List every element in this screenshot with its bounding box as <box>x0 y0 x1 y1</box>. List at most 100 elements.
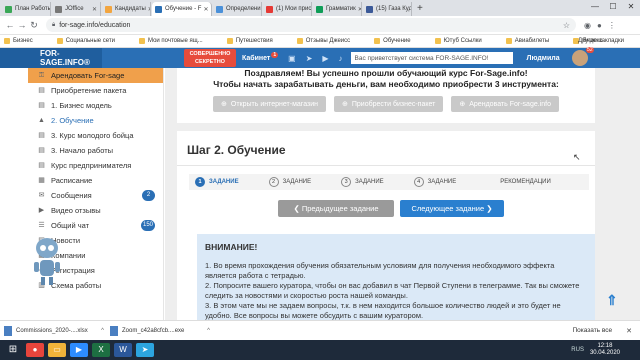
user-name[interactable]: Людмила <box>527 55 560 62</box>
youtube-icon[interactable]: ▶ <box>322 54 328 63</box>
bookmark-item[interactable]: Авиабилеты <box>505 38 561 44</box>
buy-package-button[interactable]: ⊕ Приобрести бизнес-пакет <box>334 96 444 112</box>
sidebar-item[interactable]: ☰ Общий чат 150 <box>28 218 163 233</box>
excel-icon[interactable]: X <box>92 343 110 357</box>
sidebar-item[interactable]: ▤ 3. Начало работы <box>28 143 163 158</box>
favicon-icon <box>266 5 273 13</box>
browser-tab[interactable]: JOffice ✕ <box>52 2 101 16</box>
maximize-icon[interactable]: ☐ <box>604 0 622 14</box>
bell-icon[interactable]: ♪ <box>339 54 343 63</box>
browser-tab[interactable]: План Работы✕ <box>2 2 51 16</box>
tab-close-icon[interactable]: ✕ <box>261 6 262 13</box>
scroll-up-icon[interactable]: ⇑ <box>606 292 618 309</box>
menu-icon[interactable]: ⋮ <box>608 21 616 30</box>
bookmark-item[interactable]: Обучение <box>374 38 422 44</box>
bookmark-item[interactable]: Бизнес <box>4 38 45 44</box>
site-logo[interactable]: FOR-SAGE.INFO® <box>0 48 102 68</box>
bookmark-item[interactable]: Отзывы Джеисс <box>296 38 362 44</box>
url-field[interactable]: 🔒︎ for-sage.info/education ☆ <box>46 18 576 32</box>
sidebar-item[interactable]: ▤ Курс предпринимателя <box>28 158 163 173</box>
tab-close-icon[interactable]: ✕ <box>146 6 150 13</box>
minimize-icon[interactable]: — <box>586 0 604 14</box>
download-name: Zoom_c42a8cfcb....exe <box>122 327 185 334</box>
tray-language[interactable]: RUS <box>571 347 584 353</box>
bookmark-item[interactable]: Мои почтовые ящ... <box>139 38 215 44</box>
stage-label: ЗАДАНИЕ <box>209 179 239 185</box>
bookmark-label: Авиабилеты <box>514 38 550 44</box>
telegram-icon[interactable]: ➤ <box>306 54 313 63</box>
tab-label: Грамматик <box>326 6 356 12</box>
sidebar-item[interactable]: ▤ Приобретение пакета <box>28 83 163 98</box>
sidebar-item-label: Приобретение пакета <box>51 86 127 95</box>
divider <box>177 165 595 166</box>
sidebar-item[interactable]: ▤ 1. Бизнес модель <box>28 98 163 113</box>
browser-tab[interactable]: Грамматик✕ <box>313 2 362 16</box>
sidebar-item[interactable]: ⚿ Арендовать For-sage <box>28 68 163 83</box>
zoom-icon[interactable]: ▶ <box>70 343 88 357</box>
sidebar-item-label: Сообщения <box>51 191 92 200</box>
tab-label: Кандидаты <box>115 6 146 12</box>
tab-close-icon[interactable]: ✕ <box>311 6 312 13</box>
site-header: FOR-SAGE.INFO® СОВЕРШЕННО СЕКРЕТНО Кабин… <box>0 47 640 68</box>
close-downloads-icon[interactable]: ✕ <box>626 327 632 335</box>
extension-icon[interactable]: ◉ <box>584 21 591 30</box>
telegram-icon[interactable]: ➤ <box>136 343 154 357</box>
browser-tab[interactable]: Кандидаты✕ <box>102 2 151 16</box>
tab-label: План Работы <box>15 6 51 12</box>
sidebar-item[interactable]: ▶ Видео отзывы <box>28 203 163 218</box>
stage-step[interactable]: 2 ЗАДАНИЕ <box>268 177 311 187</box>
stage-step[interactable]: РЕКОМЕНДАЦИИ <box>500 179 551 185</box>
show-all-downloads[interactable]: Показать все <box>572 327 612 334</box>
stage-step[interactable]: 4 ЗАДАНИЕ <box>413 177 456 187</box>
forward-icon[interactable]: → <box>16 20 28 30</box>
browser-tab[interactable]: (15) Газа Куд✕ <box>363 2 412 16</box>
open-shop-button[interactable]: ⊕ Открыть интернет-магазин <box>213 96 326 112</box>
cabinet-link[interactable]: Кабинет 1 <box>242 51 279 62</box>
other-bookmarks[interactable]: Другие закладки <box>578 38 624 44</box>
sidebar-item[interactable]: ▦ Расписание <box>28 173 163 188</box>
new-tab-icon[interactable]: + <box>417 2 423 16</box>
back-icon[interactable]: ← <box>4 20 16 30</box>
bookmark-item[interactable]: Путешествия <box>226 38 285 44</box>
cart-icon: ⊕ <box>342 101 348 108</box>
reload-icon[interactable]: ↻ <box>28 20 40 31</box>
profile-icon[interactable]: ● <box>597 21 602 30</box>
sidebar-item[interactable]: ▤ 3. Курс молодого бойца <box>28 128 163 143</box>
browser-tab[interactable]: Определени✕ <box>213 2 262 16</box>
bookmark-item[interactable]: Ютуб Ссылки <box>434 38 494 44</box>
rent-forsage-button[interactable]: ⊕ Арендовать For-sage.info <box>451 96 559 112</box>
chevron-up-icon[interactable]: ^ <box>101 328 104 334</box>
folder-icon <box>374 38 381 44</box>
vk-icon[interactable]: ▣ <box>288 54 296 63</box>
star-icon[interactable]: ☆ <box>563 21 570 30</box>
chevron-up-icon[interactable]: ^ <box>207 328 210 334</box>
exe-file-icon <box>110 325 118 336</box>
tab-close-icon[interactable]: ✕ <box>90 6 97 13</box>
attention-line: 3. В этом чате мы не задаем вопросы, т.к… <box>205 301 561 320</box>
sidebar-item[interactable]: ✉ Сообщения 2 <box>28 188 163 203</box>
stage-label: РЕКОМЕНДАЦИИ <box>500 179 551 185</box>
graduation-icon: ▲ <box>38 117 45 124</box>
close-icon[interactable]: ✕ <box>622 0 640 14</box>
word-icon[interactable]: W <box>114 343 132 357</box>
stage-step[interactable]: 1 ЗАДАНИЕ <box>195 177 239 187</box>
stage-step[interactable]: 3 ЗАДАНИЕ <box>341 177 384 187</box>
next-task-button[interactable]: Следующее задание ❯ <box>400 200 504 217</box>
browser-tab[interactable]: Обучение - F ✕ <box>152 2 212 16</box>
download-item[interactable]: Commissions_2020-....xlsx ^ <box>4 325 104 336</box>
browser-tab[interactable]: (1) Мои прис✕ <box>263 2 312 16</box>
clock[interactable]: 12:18 30.04.2020 <box>590 343 620 357</box>
tab-close-icon[interactable]: ✕ <box>201 6 208 13</box>
avatar[interactable]: 52 <box>571 47 594 66</box>
chrome-icon[interactable]: ● <box>26 343 44 357</box>
explorer-icon[interactable]: ▭ <box>48 343 66 357</box>
download-item[interactable]: Zoom_c42a8cfcb....exe ^ <box>110 325 210 336</box>
sidebar-item[interactable]: ▲ 2. Обучение <box>28 113 163 128</box>
cabinet-label: Кабинет <box>242 54 271 62</box>
start-icon[interactable]: ⊞ <box>4 343 22 357</box>
lock-icon: 🔒︎ <box>52 21 56 28</box>
bookmark-item[interactable]: Социальные сети <box>56 38 127 44</box>
previous-task-button[interactable]: ❮ Предыдущее задание <box>278 200 394 217</box>
tab-close-icon[interactable]: ✕ <box>356 6 361 13</box>
sidebar-item-label: 1. Бизнес модель <box>51 101 112 110</box>
